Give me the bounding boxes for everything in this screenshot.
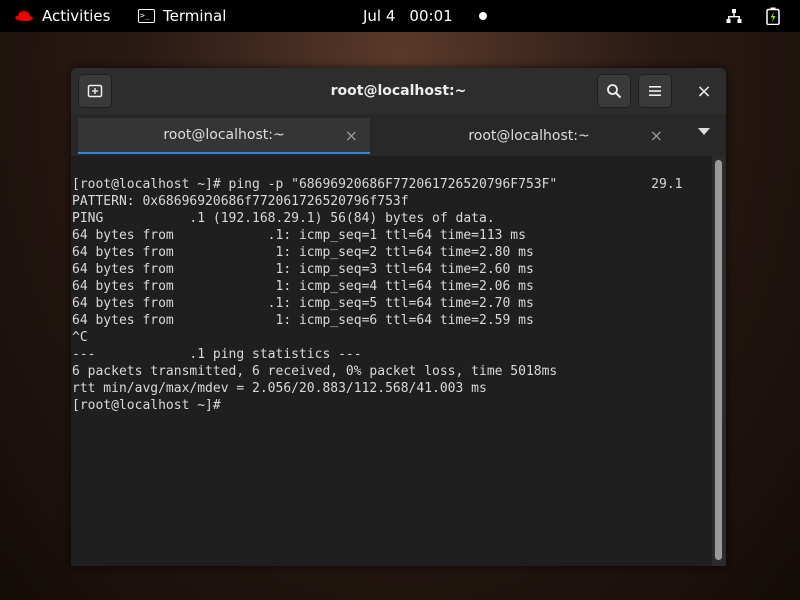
terminal-output[interactable]: [root@localhost ~]# ping -p "68696920686… [71, 156, 712, 566]
app-menu[interactable]: >_ Terminal [138, 0, 226, 32]
close-icon: × [696, 80, 712, 102]
clock-time: 00:01 [409, 7, 453, 25]
redhat-logo-icon [15, 11, 33, 21]
terminal-line: 64 bytes from .1: icmp_seq=5 ttl=64 time… [72, 296, 534, 311]
activities-button[interactable]: Activities [14, 0, 110, 32]
terminal-line: PATTERN: 0x68696920686f772061726520796f7… [72, 194, 409, 209]
clock[interactable]: Jul 4 00:01 [363, 0, 487, 32]
notification-dot-icon [478, 12, 487, 20]
header-bar: root@localhost:~ × [71, 68, 726, 115]
new-tab-button[interactable] [78, 74, 112, 108]
terminal-line: --- .1 ping statistics --- [72, 347, 362, 362]
hamburger-icon [649, 86, 661, 96]
scrollbar-thumb[interactable] [715, 160, 722, 560]
activities-label: Activities [42, 7, 111, 25]
terminal-line: 6 packets transmitted, 6 received, 0% pa… [72, 364, 558, 379]
terminal-line: ^C [72, 330, 88, 345]
app-name: Terminal [163, 7, 227, 25]
terminal-icon: >_ [138, 9, 155, 23]
tab-2-label: root@localhost:~ [468, 128, 590, 144]
tab-2[interactable]: root@localhost:~ × [373, 118, 685, 154]
battery-icon[interactable] [766, 0, 780, 32]
terminal-line: PING .1 (192.168.29.1) 56(84) bytes of d… [72, 211, 495, 226]
terminal-scrollbar[interactable] [714, 158, 723, 562]
terminal-line: rtt min/avg/max/mdev = 2.056/20.883/112.… [72, 381, 487, 396]
search-icon [607, 84, 622, 99]
network-icon[interactable] [726, 0, 742, 32]
tab-2-close-icon[interactable]: × [650, 118, 663, 154]
terminal-line: 64 bytes from 1: icmp_seq=4 ttl=64 time=… [72, 279, 534, 294]
terminal-line: 64 bytes from 1: icmp_seq=2 ttl=64 time=… [72, 245, 534, 260]
menu-button[interactable] [638, 74, 672, 108]
top-bar: Activities >_ Terminal Jul 4 00:01 [0, 0, 800, 32]
tab-1-label: root@localhost:~ [163, 127, 285, 143]
tab-list-dropdown-icon[interactable] [698, 128, 710, 135]
tab-1-close-icon[interactable]: × [345, 118, 358, 154]
clock-date: Jul 4 [363, 7, 396, 25]
tab-1[interactable]: root@localhost:~ × [78, 118, 370, 154]
terminal-prompt: [root@localhost ~]# [72, 398, 221, 413]
tab-bar: root@localhost:~ × root@localhost:~ × [71, 114, 726, 156]
search-button[interactable] [597, 74, 631, 108]
new-tab-icon [87, 84, 103, 98]
terminal-line: [root@localhost ~]# ping -p "68696920686… [72, 177, 683, 192]
terminal-line: 64 bytes from 1: icmp_seq=3 ttl=64 time=… [72, 262, 534, 277]
terminal-window: root@localhost:~ × root@localhost:~ × ro… [71, 68, 726, 566]
terminal-line: 64 bytes from 1: icmp_seq=6 ttl=64 time=… [72, 313, 534, 328]
close-window-button[interactable]: × [687, 74, 721, 108]
terminal-line: 64 bytes from .1: icmp_seq=1 ttl=64 time… [72, 228, 526, 243]
